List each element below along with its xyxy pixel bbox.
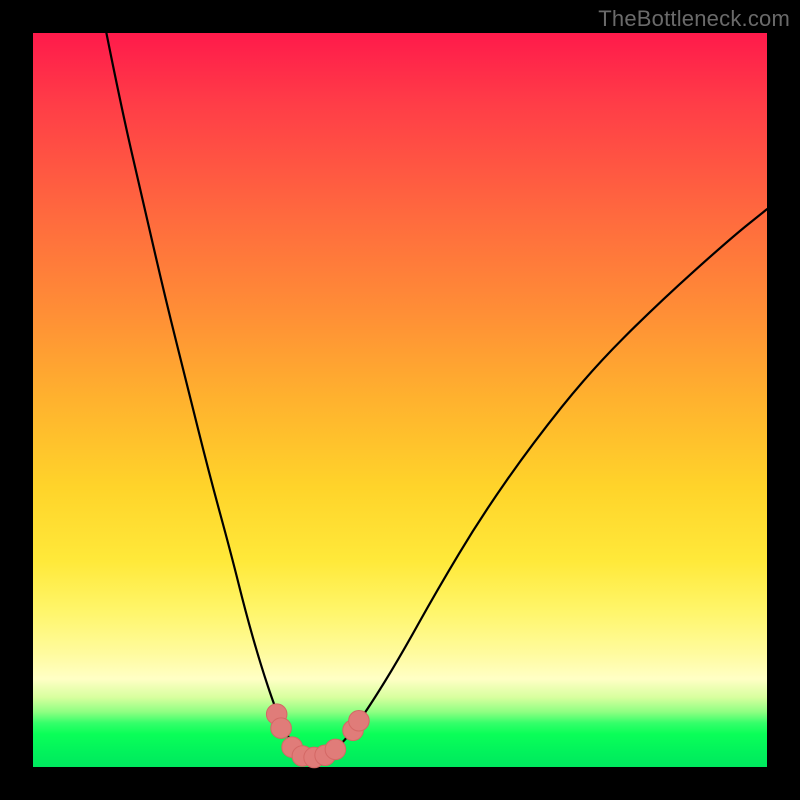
watermark-text: TheBottleneck.com — [598, 6, 790, 32]
bottleneck-curve-svg — [33, 33, 767, 767]
bottom-markers — [266, 704, 369, 768]
plot-area — [33, 33, 767, 767]
curve-marker — [271, 718, 292, 739]
chart-frame: TheBottleneck.com — [0, 0, 800, 800]
bottleneck-curve — [106, 33, 767, 757]
curve-marker — [325, 739, 346, 760]
curve-marker — [349, 710, 370, 731]
